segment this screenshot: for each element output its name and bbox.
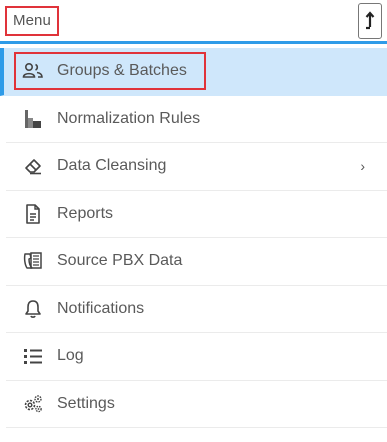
- sidebar-item-label: Source PBX Data: [57, 252, 183, 270]
- sidebar-item-groups-batches[interactable]: Groups & Batches: [0, 48, 387, 96]
- sidebar-item-settings[interactable]: Settings: [6, 381, 387, 428]
- pbx-phone-icon: [22, 250, 44, 272]
- sidebar-item-notifications[interactable]: Notifications: [6, 286, 387, 333]
- collapse-menu-button[interactable]: [358, 3, 382, 39]
- chevron-right-icon: ›: [360, 158, 365, 175]
- sidebar-item-label: Notifications: [57, 299, 145, 317]
- sidebar-item-label: Data Cleansing: [57, 157, 167, 175]
- bell-icon: [22, 298, 44, 320]
- sidebar-item-label: Normalization Rules: [57, 109, 201, 127]
- gears-icon: [22, 393, 44, 415]
- eraser-icon: [22, 155, 44, 177]
- sidebar-nav: Groups & Batches Normalization Rules Dat…: [0, 48, 387, 428]
- menu-title: Menu: [5, 6, 59, 36]
- sidebar-item-log[interactable]: Log: [6, 333, 387, 381]
- normalization-icon: [22, 108, 44, 130]
- sidebar-item-label: Groups & Batches: [57, 62, 187, 80]
- sidebar-item-normalization-rules[interactable]: Normalization Rules: [6, 96, 387, 143]
- users-icon: [22, 60, 44, 82]
- sidebar-item-label: Settings: [57, 394, 115, 412]
- document-icon: [22, 203, 44, 225]
- menu-header: Menu: [0, 0, 387, 44]
- sidebar-item-reports[interactable]: Reports: [6, 191, 387, 238]
- list-icon: [22, 345, 44, 367]
- sidebar-item-label: Log: [57, 347, 84, 365]
- menu-panel: Menu Groups & Batches Normalization Rule…: [0, 0, 387, 442]
- sidebar-item-label: Reports: [57, 204, 114, 222]
- sidebar-item-data-cleansing[interactable]: Data Cleansing ›: [6, 143, 387, 191]
- arrow-up-bar-icon: [364, 11, 376, 31]
- sidebar-item-source-pbx-data[interactable]: Source PBX Data: [6, 238, 387, 286]
